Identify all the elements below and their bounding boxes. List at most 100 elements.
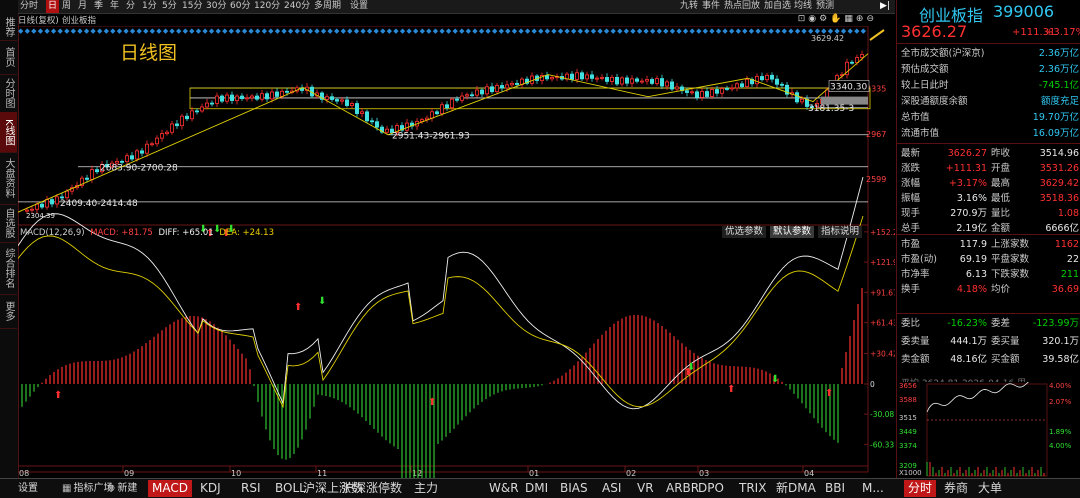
- period-tab-7[interactable]: 1分: [142, 0, 157, 13]
- quote-label: 振幅: [901, 193, 921, 204]
- collapse-panel-icon[interactable]: ▶|: [880, 0, 890, 13]
- indicator-tab-12[interactable]: BIAS: [560, 480, 588, 497]
- price-annotation: 2951.43-2961.93: [392, 132, 470, 142]
- lock-icon[interactable]: ⊡: [798, 14, 809, 24]
- indicator-tab-10[interactable]: W&R: [489, 480, 519, 497]
- quote-label: 涨跌: [901, 163, 921, 174]
- macd-param-buttons: 优选参数 默认参数 指标说明: [722, 226, 867, 239]
- indicator-tab-18[interactable]: 新DMA: [776, 480, 816, 497]
- quote-value: 3514.96: [1039, 148, 1079, 159]
- tool-tab-4[interactable]: 均线: [794, 0, 812, 13]
- dea-value: DEA: +24.13: [219, 228, 274, 238]
- quote-value: 69.19: [959, 254, 987, 265]
- period-tab-3[interactable]: 月: [78, 0, 87, 13]
- sidebar-item-0[interactable]: 推荐: [0, 14, 17, 41]
- indicator-tab-6[interactable]: BOLL: [275, 480, 306, 497]
- quote-label: 最新: [901, 148, 921, 159]
- quote-value: 3629.42: [1039, 178, 1079, 189]
- macd-btn-1[interactable]: 默认参数: [770, 226, 815, 238]
- indicator-tab-8[interactable]: 沪深涨停数: [342, 480, 402, 497]
- indicator-tab-9[interactable]: 主力: [414, 480, 438, 497]
- date-axis-label: 04: [804, 469, 814, 478]
- period-tab-6[interactable]: 分: [126, 0, 135, 13]
- quote-value: 4.18%: [956, 284, 987, 295]
- quote-value: 320.1万: [1042, 336, 1079, 347]
- indicator-tab-13[interactable]: ASI: [602, 480, 621, 497]
- indicator-tab-19[interactable]: BBI: [825, 480, 845, 497]
- indicator-tab-0[interactable]: 设置: [18, 480, 38, 497]
- indicator-tab-1[interactable]: ▦ 指标广场: [62, 480, 113, 497]
- diff-value: DIFF: +65.01: [158, 228, 214, 238]
- period-tab-11[interactable]: 60分: [230, 0, 250, 13]
- sidebar-item-6[interactable]: 综合排名: [0, 242, 17, 295]
- period-tab-12[interactable]: 120分: [254, 0, 280, 13]
- indicator-tab-5[interactable]: RSI: [241, 480, 261, 497]
- macd-btn-2[interactable]: 指标说明: [818, 226, 863, 238]
- sidebar-item-2[interactable]: 分时图: [0, 74, 17, 113]
- quote-label: 最高: [991, 178, 1011, 189]
- period-tab-8[interactable]: 5分: [162, 0, 177, 13]
- sidebar-item-5[interactable]: 自选股: [0, 204, 17, 243]
- sidebar-item-3[interactable]: K线图: [0, 112, 17, 153]
- summary-label: 深股通额度余额: [901, 96, 968, 107]
- tool-tab-3[interactable]: 加自选: [764, 0, 791, 13]
- period-tab-1[interactable]: 日: [46, 0, 60, 13]
- intraday-mini-chart[interactable]: 3656358835153449337432094.00%2.07%1.89%4…: [897, 382, 1080, 478]
- period-tab-9[interactable]: 15分: [182, 0, 202, 13]
- quote-label: 委卖量: [901, 336, 930, 347]
- zoom-out-icon[interactable]: ⊖: [866, 14, 877, 24]
- chart-subheader: 日线(复权) 创业板指 ⊡◉⚙✋▦⊕⊖: [18, 14, 895, 26]
- period-tab-0[interactable]: 分时: [20, 0, 38, 13]
- indicator-tab-11[interactable]: DMI: [525, 480, 548, 497]
- indicator-tab-label: BBI: [825, 481, 846, 495]
- grid-icon[interactable]: ▦: [844, 14, 856, 24]
- gear-icon[interactable]: ⚙: [819, 14, 830, 24]
- macd-axis-label: +91.67: [870, 288, 895, 297]
- quote-label: 量比: [991, 208, 1011, 219]
- period-tab-5[interactable]: 年: [110, 0, 119, 13]
- period-tab-2[interactable]: 周: [62, 0, 71, 13]
- indicator-tab-15[interactable]: ARBR: [666, 480, 699, 497]
- indicator-tab-14[interactable]: VR: [637, 480, 654, 497]
- indicator-tab-20[interactable]: M...: [862, 480, 884, 497]
- indicator-tab-2[interactable]: ⊕ 新建: [107, 480, 137, 497]
- buy-signal-icon: ⬆: [727, 384, 735, 395]
- panel-tab-2[interactable]: 大单: [978, 480, 1002, 497]
- period-tab-15[interactable]: 设置: [350, 0, 368, 13]
- panel-tab-1[interactable]: 券商: [944, 480, 968, 497]
- macd-axis-label: +61.43: [870, 319, 895, 328]
- quote-label: 昨收: [991, 148, 1011, 159]
- sidebar-item-4[interactable]: 大盘资料: [0, 152, 17, 205]
- summary-label: 全市成交额(沪深京): [901, 48, 985, 59]
- quote-value: 39.58亿: [1042, 354, 1079, 365]
- sidebar-item-7[interactable]: 更多: [0, 294, 17, 329]
- period-tab-13[interactable]: 240分: [284, 0, 310, 13]
- eye-icon[interactable]: ◉: [808, 14, 819, 24]
- quote-value: 36.69: [1051, 284, 1079, 295]
- indicator-tab-label: BOLL: [275, 481, 306, 495]
- indicator-tab-16[interactable]: DPO: [698, 480, 724, 497]
- period-tab-14[interactable]: 多周期: [314, 0, 341, 13]
- period-tab-10[interactable]: 30分: [206, 0, 226, 13]
- tool-tab-1[interactable]: 事件: [702, 0, 720, 13]
- indicator-tab-3[interactable]: MACD: [148, 480, 192, 497]
- quote-label: 开盘: [991, 163, 1011, 174]
- summary-value: 16.09万亿: [1032, 128, 1079, 139]
- indicator-tab-17[interactable]: TRIX: [739, 480, 766, 497]
- macd-header: MACD(12,26,9) MACD: +81.75 DIFF: +65.01 …: [20, 228, 274, 238]
- buy-signal-icon: ⬆: [54, 390, 62, 401]
- quote-label: 委买量: [991, 336, 1020, 347]
- period-tab-4[interactable]: 季: [94, 0, 103, 13]
- macd-axis-label: -30.08: [870, 410, 894, 419]
- kline-chart[interactable]: 3335296725993629.423340.303181.35-32951.…: [18, 26, 895, 478]
- indicator-tab-4[interactable]: KDJ: [200, 480, 221, 497]
- sidebar-item-1[interactable]: 首页: [0, 40, 17, 75]
- hand-icon[interactable]: ✋: [830, 14, 844, 24]
- quote-value: 6.13: [965, 269, 987, 280]
- zoom-in-icon[interactable]: ⊕: [856, 14, 867, 24]
- tool-tab-0[interactable]: 九转: [680, 0, 698, 13]
- tool-tab-2[interactable]: 热点回放: [724, 0, 760, 13]
- panel-tab-0[interactable]: 分时: [904, 480, 937, 497]
- macd-btn-0[interactable]: 优选参数: [722, 226, 767, 238]
- tool-tab-5[interactable]: 预测: [816, 0, 834, 13]
